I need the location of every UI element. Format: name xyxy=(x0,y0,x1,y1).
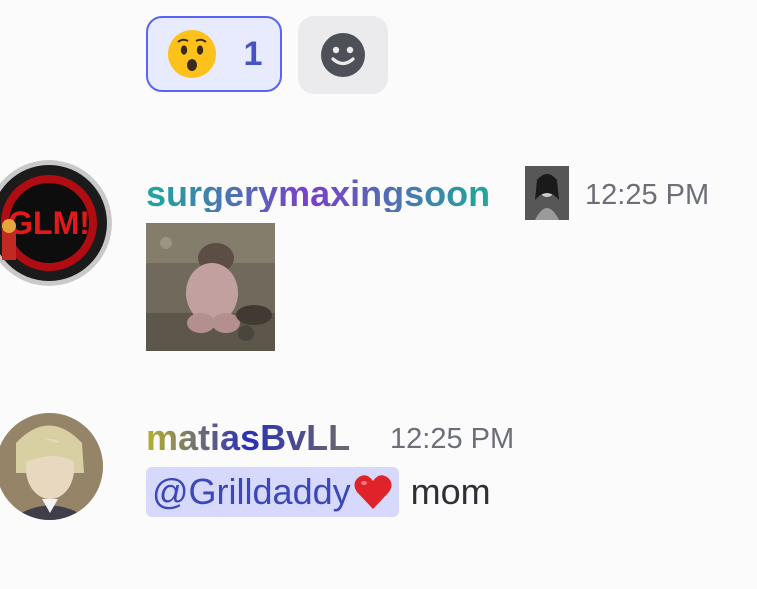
reaction-count: 1 xyxy=(243,34,263,73)
glm-logo-avatar-icon: GLM! xyxy=(0,160,112,286)
avatar-matiasbvll[interactable] xyxy=(0,413,103,520)
mention-text: @Grilldaddy xyxy=(152,471,351,512)
monkey-photo-image xyxy=(146,223,275,351)
heart-emoji-icon xyxy=(354,475,392,509)
message-text: mom xyxy=(410,471,491,512)
anime-character-avatar-icon xyxy=(0,413,103,520)
user-mention[interactable]: @Grilldaddy xyxy=(146,467,399,517)
reaction-hushed-face[interactable]: 1 xyxy=(146,16,282,92)
timestamp: 12:25 PM xyxy=(390,423,515,455)
message-content: @Grilldaddy mom xyxy=(146,467,491,517)
svg-text:GLM!: GLM! xyxy=(8,205,90,241)
username-matiasbvll[interactable]: matiasBvLL xyxy=(146,420,350,456)
role-badge-icon xyxy=(525,166,569,220)
hushed-face-emoji-icon xyxy=(167,30,216,78)
avatar-surgerymaxingsoon[interactable]: GLM! xyxy=(0,160,112,286)
timestamp: 12:25 PM xyxy=(585,179,710,211)
smiley-icon xyxy=(321,33,365,77)
add-reaction-button[interactable] xyxy=(298,16,388,94)
chat-view: 1 GLM! surgerymaxingsoon 12:25 PM matias… xyxy=(0,0,757,589)
username-surgerymaxingsoon[interactable]: surgerymaxingsoon xyxy=(146,176,490,212)
image-attachment[interactable] xyxy=(146,223,275,351)
